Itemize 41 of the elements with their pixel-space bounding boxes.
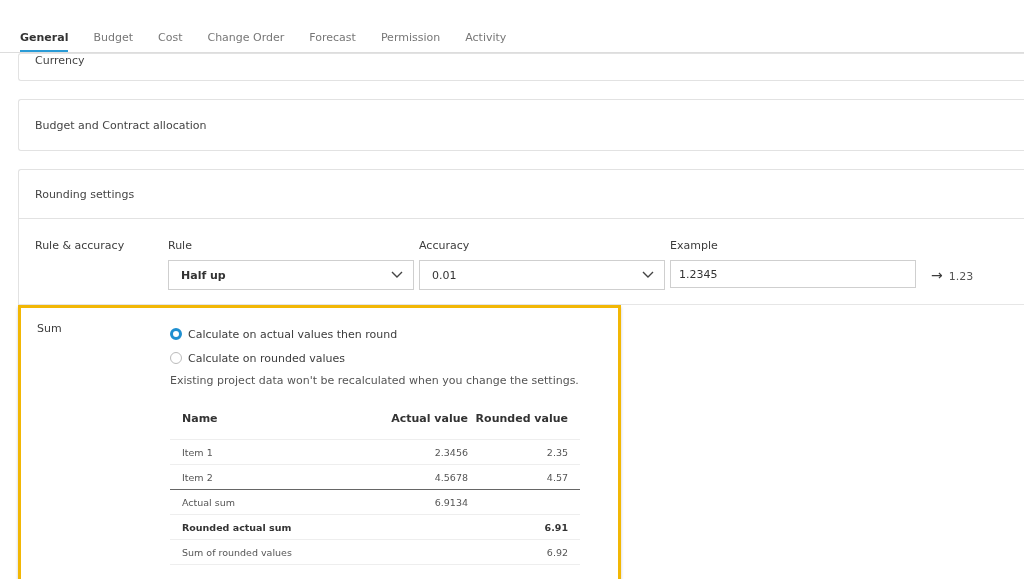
table-cell-text: 2.3456: [433, 446, 468, 458]
tab[interactable]: Cost: [158, 30, 183, 52]
arrow-text: →: [931, 267, 943, 283]
row-label: Rule & accuracy: [35, 239, 126, 254]
tab[interactable]: Budget: [93, 30, 133, 52]
field-label: Example: [670, 239, 719, 252]
row-label: Sum: [37, 322, 63, 337]
table-cell-text: 4.57: [545, 471, 568, 483]
accuracy-dropdown[interactable]: 0.01: [419, 260, 665, 290]
tab[interactable]: Forecast: [309, 30, 356, 52]
section-title[interactable]: Budget and Contract allocation: [35, 118, 207, 132]
table-cell-text: Item 1: [182, 446, 214, 458]
tab[interactable]: Permission: [380, 30, 441, 52]
table-cell-text: Actual sum: [182, 496, 236, 508]
column-header: Actual value: [390, 411, 468, 425]
option-label[interactable]: Calculate on rounded values: [188, 351, 346, 365]
table-cell-text: 6.91: [543, 521, 568, 533]
section-title: Rounding settings: [35, 187, 135, 201]
column-header: Rounded value: [474, 411, 568, 425]
table-cell-text: 2.35: [545, 446, 568, 458]
table-cell-text: 6.9134: [433, 496, 468, 508]
tab[interactable]: General: [20, 30, 69, 52]
tab[interactable]: Change Order: [207, 30, 285, 52]
table-cell-text: Item 2: [182, 471, 214, 483]
column-header: Name: [182, 411, 219, 425]
rule-dropdown[interactable]: Half up: [168, 260, 414, 290]
note-text: Existing project data won't be recalculated when you change the settings.: [170, 374, 580, 387]
table-cell-text: 4.5678: [433, 471, 468, 483]
field-label: Rule: [168, 239, 193, 252]
chevron-icon: [391, 271, 403, 279]
table-cell-text: Sum of rounded values: [182, 546, 293, 558]
field-label: Accuracy: [419, 239, 471, 252]
chevron-icon: [642, 271, 654, 279]
table-cell-text: 6.92: [545, 546, 568, 558]
option-label[interactable]: Calculate on actual values then round: [188, 327, 398, 341]
section-title[interactable]: Currency: [35, 54, 85, 67]
table-cell-text: Rounded actual sum: [182, 521, 293, 533]
result-value: 1.23: [948, 270, 974, 283]
tab[interactable]: Activity: [465, 30, 507, 52]
example-field[interactable]: 1.2345: [670, 260, 916, 288]
radio-button[interactable]: [170, 328, 182, 340]
